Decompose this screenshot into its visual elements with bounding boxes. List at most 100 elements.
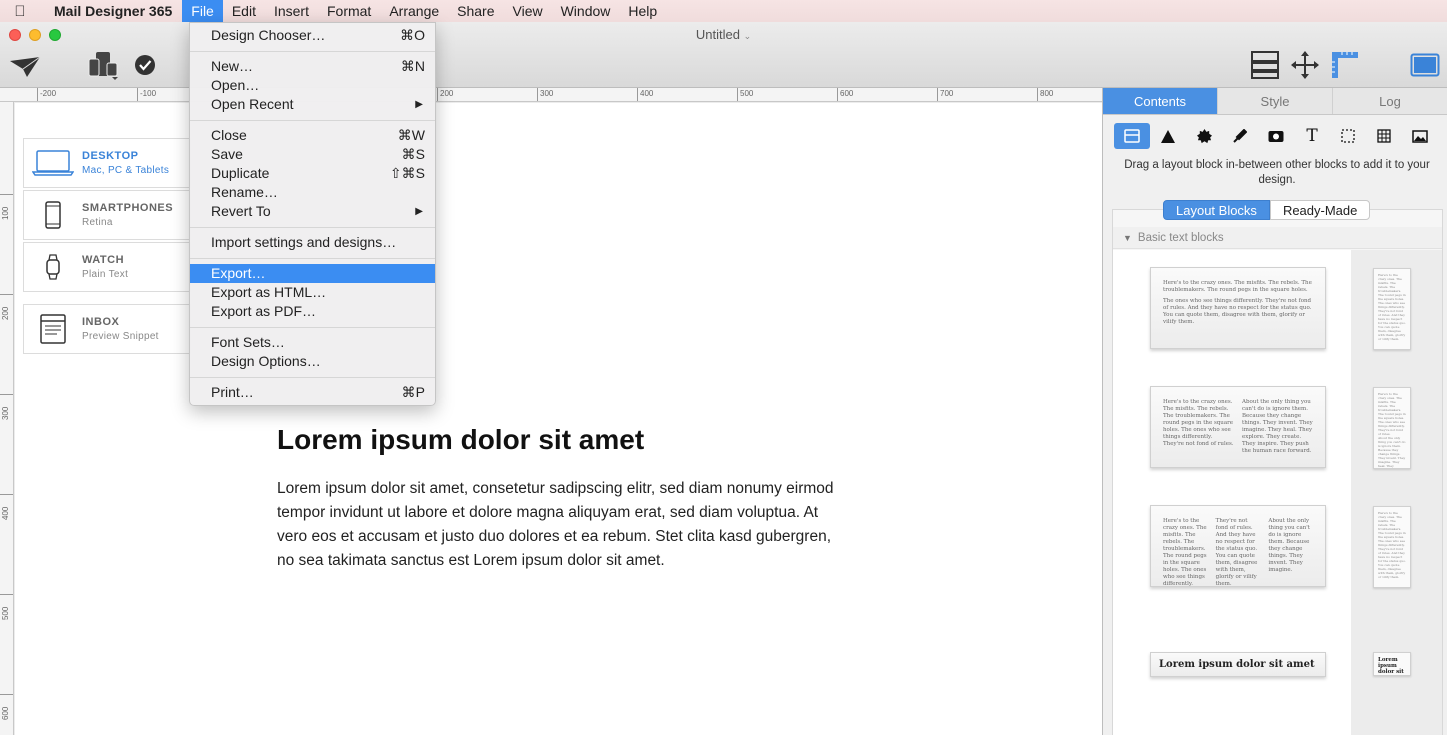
menu-view[interactable]: View	[504, 0, 552, 22]
menu-item-close[interactable]: Close ⌘W	[190, 126, 435, 145]
ruler-label: 300	[540, 89, 554, 98]
block-previews: Here's to the crazy ones. The misfits. T…	[1113, 250, 1351, 735]
ruler-label: -100	[140, 89, 157, 98]
move-arrows-icon[interactable]	[1289, 49, 1321, 81]
ruler-label: 200	[440, 89, 454, 98]
menu-file[interactable]: File	[182, 0, 223, 22]
segment-layout-blocks[interactable]: Layout Blocks	[1163, 200, 1270, 220]
ruler-label: 100	[1, 206, 10, 220]
menu-item-duplicate[interactable]: Duplicate ⇧⌘S	[190, 164, 435, 183]
ruler-label: 500	[1, 606, 10, 620]
menu-arrange[interactable]: Arrange	[380, 0, 448, 22]
sidebar-toggle-icon[interactable]	[1409, 51, 1441, 79]
menu-item-revert-to[interactable]: Revert To ▶	[190, 202, 435, 221]
selection-icon[interactable]	[1330, 123, 1366, 149]
submenu-arrow-icon: ▶	[415, 99, 423, 110]
section-header[interactable]: ▼ Basic text blocks	[1113, 227, 1442, 249]
horizontal-ruler: -200 -100 200 300 400 500 600 700 800	[0, 88, 1102, 102]
menu-item-print[interactable]: Print… ⌘P	[190, 383, 435, 402]
menu-item-new[interactable]: New… ⌘N	[190, 57, 435, 76]
inspector-tabs: Contents Style Log	[1103, 88, 1447, 115]
vertical-ruler: 100 200 300 400 500 600	[0, 102, 14, 735]
mobile-title-block[interactable]: Lorem ipsum dolor sit amet	[1373, 652, 1411, 676]
menu-item-design-chooser[interactable]: Design Chooser… ⌘O	[190, 26, 435, 45]
three-column-text-block[interactable]: Here's to the crazy ones. The misfits. T…	[1150, 505, 1326, 587]
device-title: DESKTOP	[82, 150, 139, 162]
window-zoom-button[interactable]	[49, 29, 61, 41]
menu-item-save[interactable]: Save ⌘S	[190, 145, 435, 164]
disclosure-triangle-icon: ▼	[1123, 233, 1132, 243]
send-icon[interactable]	[8, 54, 42, 80]
window-close-button[interactable]	[9, 29, 21, 41]
image-icon[interactable]	[1402, 123, 1438, 149]
menu-item-open[interactable]: Open…	[190, 76, 435, 95]
device-subtitle: Preview Snippet	[82, 331, 159, 342]
menu-item-font-sets[interactable]: Font Sets…	[190, 333, 435, 352]
camera-icon[interactable]	[1258, 123, 1294, 149]
two-column-text-block[interactable]: Here's to the crazy ones. The misfits. T…	[1150, 386, 1326, 468]
menu-insert[interactable]: Insert	[265, 0, 318, 22]
ruler-label: 500	[740, 89, 754, 98]
brush-icon[interactable]	[1222, 123, 1258, 149]
mobile-three-column-block[interactable]: Here's to the crazy ones. The misfits. T…	[1373, 506, 1411, 588]
menu-item-rename[interactable]: Rename…	[190, 183, 435, 202]
device-desktop[interactable]: DESKTOP Mac, PC & Tablets	[23, 138, 191, 188]
shapes-icon[interactable]	[1150, 123, 1186, 149]
menu-item-import-settings[interactable]: Import settings and designs…	[190, 233, 435, 252]
menu-item-design-options[interactable]: Design Options…	[190, 352, 435, 371]
block-type-segmented-control: Layout Blocks Ready-Made	[1163, 200, 1371, 220]
devices-preview-icon[interactable]	[86, 50, 120, 80]
device-inbox[interactable]: INBOX Preview Snippet	[23, 304, 191, 354]
file-menu-dropdown: Design Chooser… ⌘O New… ⌘N Open… Open Rece…	[189, 22, 436, 406]
menu-window[interactable]: Window	[552, 0, 620, 22]
tab-contents[interactable]: Contents	[1103, 88, 1218, 114]
window-minimize-button[interactable]	[29, 29, 41, 41]
watch-icon	[24, 253, 82, 281]
pattern-icon[interactable]	[1366, 123, 1402, 149]
content-type-bar: T	[1114, 123, 1438, 149]
inbox-icon	[24, 314, 82, 344]
tab-style[interactable]: Style	[1218, 88, 1333, 114]
ruler-label: 200	[1, 306, 10, 320]
design-headline[interactable]: Lorem ipsum dolor sit amet	[277, 424, 644, 456]
menu-item-export[interactable]: Export…	[190, 264, 435, 283]
ruler-label: 300	[1, 406, 10, 420]
menu-item-export-pdf[interactable]: Export as PDF…	[190, 302, 435, 321]
mobile-one-column-block[interactable]: Here's to the crazy ones. The misfits. T…	[1373, 268, 1411, 350]
ruler-label: 400	[640, 89, 654, 98]
laptop-icon	[24, 150, 82, 176]
mobile-two-column-block[interactable]: Here's to the crazy ones. The misfits. T…	[1373, 387, 1411, 469]
segment-ready-made[interactable]: Ready-Made	[1269, 200, 1371, 220]
menu-share[interactable]: Share	[448, 0, 503, 22]
layout-blocks-icon[interactable]	[1249, 49, 1281, 81]
submenu-arrow-icon: ▶	[415, 206, 423, 217]
menu-item-export-html[interactable]: Export as HTML…	[190, 283, 435, 302]
app-name-menu[interactable]: Mail Designer 365	[40, 3, 182, 19]
title-text-block[interactable]: Lorem ipsum dolor sit amet	[1150, 652, 1326, 677]
menu-edit[interactable]: Edit	[223, 0, 265, 22]
one-column-text-block[interactable]: Here's to the crazy ones. The misfits. T…	[1150, 267, 1326, 349]
device-title: INBOX	[82, 316, 120, 328]
menu-help[interactable]: Help	[619, 0, 666, 22]
check-icon[interactable]	[133, 53, 157, 77]
layout-block-icon[interactable]	[1114, 123, 1150, 149]
ruler-label: 400	[1, 506, 10, 520]
device-subtitle: Retina	[82, 217, 113, 228]
device-title: WATCH	[82, 254, 125, 266]
tab-log[interactable]: Log	[1333, 88, 1447, 114]
device-watch[interactable]: WATCH Plain Text	[23, 242, 191, 292]
drag-hint-text: Drag a layout block in-between other blo…	[1124, 159, 1430, 186]
apple-icon[interactable]: 	[0, 3, 40, 20]
ruler-icon[interactable]	[1329, 49, 1361, 81]
smartphone-icon	[24, 201, 82, 229]
design-body-text[interactable]: Lorem ipsum dolor sit amet, consetetur s…	[277, 477, 837, 573]
menu-bar:  Mail Designer 365 File Edit Insert For…	[0, 0, 1447, 22]
menu-format[interactable]: Format	[318, 0, 380, 22]
text-icon[interactable]: T	[1294, 123, 1330, 149]
device-title: SMARTPHONES	[82, 202, 174, 214]
badge-icon[interactable]	[1186, 123, 1222, 149]
menu-item-open-recent[interactable]: Open Recent ▶	[190, 95, 435, 114]
ruler-label: -200	[40, 89, 57, 98]
device-smartphones[interactable]: SMARTPHONES Retina	[23, 190, 191, 240]
mobile-block-previews: Here's to the crazy ones. The misfits. T…	[1351, 250, 1442, 735]
